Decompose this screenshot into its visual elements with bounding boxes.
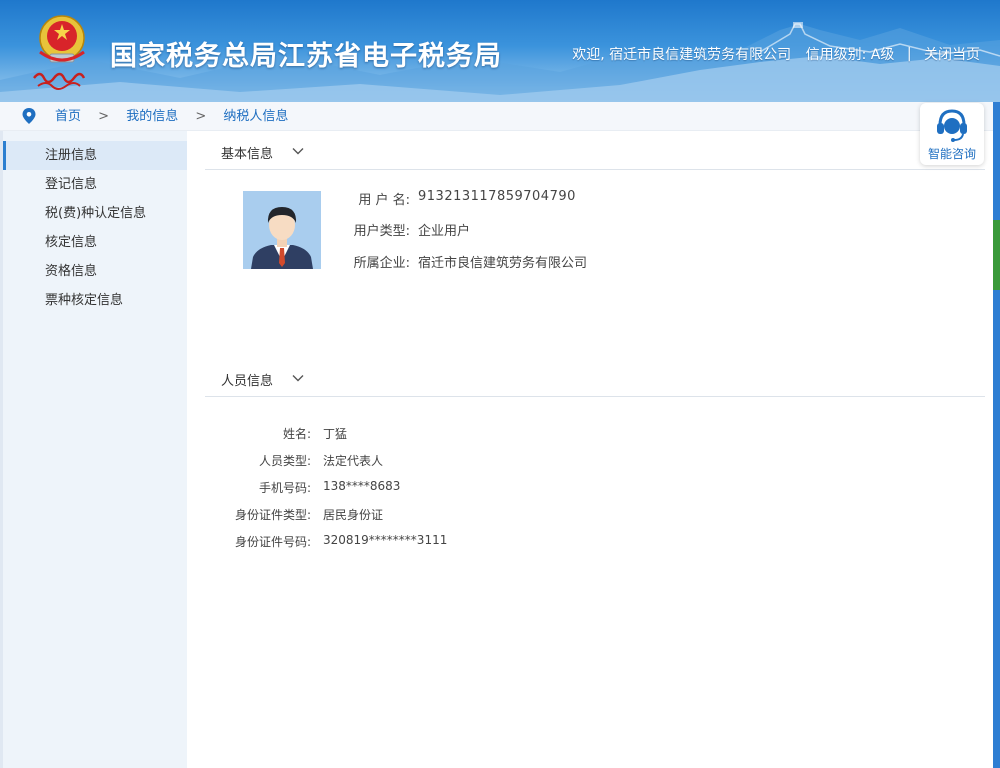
field-value: 丁猛 xyxy=(323,427,348,441)
field-user-type: 用户类型: 企业用户 xyxy=(340,220,640,240)
sidebar-item-assessment-info[interactable]: 核定信息 xyxy=(3,228,187,257)
breadcrumb: 首页 > 我的信息 > 纳税人信息 xyxy=(0,102,1000,131)
field-value: 居民身份证 xyxy=(323,508,384,522)
field-label: 用 户 名: xyxy=(358,193,410,208)
field-value: 138****8683 xyxy=(323,479,401,493)
field-value: 913213117859704790 xyxy=(418,189,576,204)
field-person-name: 姓名: 丁猛 xyxy=(217,425,537,443)
field-phone: 手机号码: 138****8683 xyxy=(217,479,537,497)
right-edge-strip xyxy=(993,102,1000,768)
breadcrumb-taxpayer-info[interactable]: 纳税人信息 xyxy=(223,109,288,124)
field-label: 手机号码: xyxy=(258,481,311,495)
sidebar-item-invoice-type-info[interactable]: 票种核定信息 xyxy=(3,286,187,315)
field-value: 宿迁市良信建筑劳务有限公司 xyxy=(418,256,588,271)
side-tab[interactable] xyxy=(993,220,1000,290)
user-avatar-icon xyxy=(243,191,321,269)
close-page-link[interactable]: 关闭当页 xyxy=(924,47,980,63)
basic-info-header[interactable]: 基本信息 xyxy=(205,131,985,170)
field-label: 用户类型: xyxy=(353,224,410,239)
field-label: 身份证件号码: xyxy=(234,535,311,549)
field-value: 法定代表人 xyxy=(323,454,384,468)
credit-label: 信用级别: xyxy=(805,47,867,63)
headset-icon xyxy=(937,109,967,142)
sidebar-item-registration-info[interactable]: 注册信息 xyxy=(3,141,187,170)
location-pin-icon xyxy=(22,108,36,124)
field-id-type: 身份证件类型: 居民身份证 xyxy=(217,506,537,524)
header-user-bar: 欢迎, 宿迁市良信建筑劳务有限公司 信用级别: A级 | 关闭当页 xyxy=(572,44,980,64)
chevron-down-icon[interactable] xyxy=(292,147,304,155)
field-person-type: 人员类型: 法定代表人 xyxy=(217,452,537,470)
chevron-down-icon[interactable] xyxy=(292,374,304,382)
basic-info-title: 基本信息 xyxy=(221,147,274,162)
person-info-header[interactable]: 人员信息 xyxy=(205,358,985,397)
sidebar-item-tax-type-info[interactable]: 税(费)种认定信息 xyxy=(3,199,187,228)
page-header: 国家税务总局江苏省电子税务局 欢迎, 宿迁市良信建筑劳务有限公司 信用级别: A… xyxy=(0,0,1000,102)
sidebar-menu: 注册信息 登记信息 税(费)种认定信息 核定信息 资格信息 票种核定信息 xyxy=(3,131,187,315)
field-company: 所属企业: 宿迁市良信建筑劳务有限公司 xyxy=(340,252,640,272)
field-id-number: 身份证件号码: 320819********3111 xyxy=(217,533,537,551)
breadcrumb-home[interactable]: 首页 xyxy=(55,109,81,124)
sidebar-item-record-info[interactable]: 登记信息 xyxy=(3,170,187,199)
field-label: 姓名: xyxy=(282,427,311,441)
field-value: 320819********3111 xyxy=(323,533,448,547)
field-username: 用 户 名: 913213117859704790 xyxy=(340,189,640,209)
field-label: 所属企业: xyxy=(353,256,410,271)
tax-emblem-icon xyxy=(33,15,86,90)
field-value: 企业用户 xyxy=(418,224,471,239)
sidebar: 注册信息 登记信息 税(费)种认定信息 核定信息 资格信息 票种核定信息 xyxy=(0,131,187,768)
breadcrumb-separator: > xyxy=(195,109,207,124)
smart-consult-label: 智能咨询 xyxy=(927,147,976,161)
breadcrumb-my-info[interactable]: 我的信息 xyxy=(126,109,178,124)
site-title: 国家税务总局江苏省电子税务局 xyxy=(110,41,502,72)
credit-value: A级 xyxy=(870,47,895,63)
field-label: 人员类型: xyxy=(258,454,311,468)
header-separator: | xyxy=(906,46,912,62)
field-label: 身份证件类型: xyxy=(234,508,311,522)
person-info-title: 人员信息 xyxy=(221,374,274,389)
main-content: 基本信息 用 户 名: 913213117859704790 用户类型: 企业用… xyxy=(187,131,993,768)
breadcrumb-separator: > xyxy=(98,109,110,124)
welcome-text: 欢迎, 宿迁市良信建筑劳务有限公司 xyxy=(572,47,792,63)
sidebar-item-qualification-info[interactable]: 资格信息 xyxy=(3,257,187,286)
smart-consult-button[interactable]: 智能咨询 xyxy=(920,103,984,165)
